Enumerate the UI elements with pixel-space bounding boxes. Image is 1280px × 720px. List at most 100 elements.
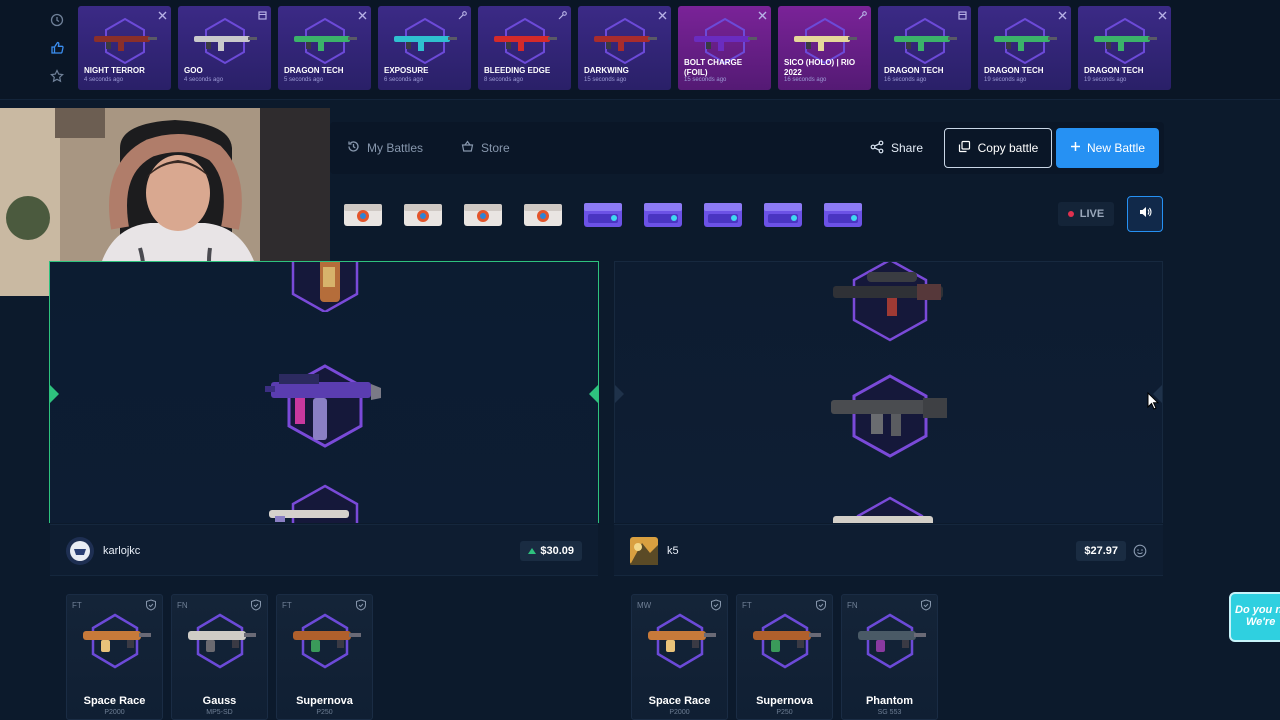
- drop-name: DRAGON TECH: [984, 66, 1044, 75]
- shield-icon[interactable]: [710, 599, 722, 611]
- live-drop-card[interactable]: DRAGON TECH 16 seconds ago: [878, 6, 971, 90]
- avatar[interactable]: [66, 537, 94, 565]
- live-drop-card[interactable]: EXPOSURE 6 seconds ago: [378, 6, 471, 90]
- reel-item: [265, 262, 385, 314]
- x-icon[interactable]: [757, 10, 767, 20]
- item-wear: FN: [847, 601, 858, 610]
- weapon-icon: [83, 631, 151, 652]
- drop-name: NIGHT TERROR: [84, 66, 145, 75]
- live-drop-card[interactable]: DRAGON TECH 19 seconds ago: [1078, 6, 1171, 90]
- copy-battle-button[interactable]: Copy battle: [944, 128, 1052, 168]
- battle-case-icon[interactable]: [402, 198, 444, 230]
- item-weapon-type: P250: [316, 709, 333, 716]
- drop-name: DRAGON TECH: [1084, 66, 1144, 75]
- battle-case-icon[interactable]: [642, 198, 684, 230]
- live-drops-list: NIGHT TERROR 4 seconds ago GOO 4 seconds ag…: [78, 6, 1171, 90]
- item-name: Supernova: [756, 695, 813, 707]
- battle-case-icon[interactable]: [462, 198, 504, 230]
- avatar[interactable]: [630, 537, 658, 565]
- item-wear: FT: [72, 601, 82, 610]
- live-drop-card[interactable]: DRAGON TECH 19 seconds ago: [978, 6, 1071, 90]
- new-battle-button[interactable]: New Battle: [1056, 128, 1159, 168]
- clock-icon[interactable]: [49, 12, 65, 28]
- shield-icon[interactable]: [815, 599, 827, 611]
- caret-up-icon: [528, 545, 537, 557]
- reel-item-selected: [265, 360, 395, 450]
- won-item-card[interactable]: FT Supernova P250: [276, 594, 373, 720]
- live-drop-card[interactable]: NIGHT TERROR 4 seconds ago: [78, 6, 171, 90]
- item-name: Supernova: [296, 695, 353, 707]
- reel-right-marker: [589, 385, 598, 403]
- battle-case-icon[interactable]: [702, 198, 744, 230]
- shield-icon[interactable]: [355, 599, 367, 611]
- live-drop-card[interactable]: GOO 4 seconds ago: [178, 6, 271, 90]
- live-drop-card[interactable]: DRAGON TECH 5 seconds ago: [278, 6, 371, 90]
- key-icon[interactable]: [557, 10, 567, 20]
- live-drop-card[interactable]: DARKWING 15 seconds ago: [578, 6, 671, 90]
- share-icon: [870, 140, 884, 157]
- box-icon[interactable]: [257, 10, 267, 20]
- drop-name: DARKWING: [584, 66, 629, 75]
- store-link[interactable]: Store: [461, 140, 510, 156]
- item-wear: FT: [282, 601, 292, 610]
- sound-toggle-button[interactable]: [1127, 196, 1163, 232]
- weapon-icon: [594, 36, 657, 51]
- drop-time: 15 seconds ago: [584, 77, 627, 83]
- drop-time: 8 seconds ago: [484, 77, 524, 83]
- live-drop-card[interactable]: BLEEDING EDGE 8 seconds ago: [478, 6, 571, 90]
- box-icon[interactable]: [957, 10, 967, 20]
- battle-case-icon[interactable]: [522, 198, 564, 230]
- won-item-card[interactable]: FN Gauss MP5-SD: [171, 594, 268, 720]
- drop-name: DRAGON TECH: [284, 66, 344, 75]
- player-2-won-items: MW Space Race P2000 FT Supernova P250 FN Phanto…: [631, 594, 938, 720]
- x-icon[interactable]: [657, 10, 667, 20]
- won-item-card[interactable]: FT Supernova P250: [736, 594, 833, 720]
- x-icon[interactable]: [1057, 10, 1067, 20]
- battle-case-icon[interactable]: [822, 198, 864, 230]
- reel-item: [265, 482, 385, 523]
- battle-case-icon[interactable]: [762, 198, 804, 230]
- live-drop-card[interactable]: BOLT CHARGE (FOIL) 15 seconds ago: [678, 6, 771, 90]
- item-wear: MW: [637, 601, 652, 610]
- player-total-badge: $27.97: [1076, 541, 1126, 561]
- smiley-icon[interactable]: [1133, 544, 1147, 563]
- live-drops-bar: NIGHT TERROR 4 seconds ago GOO 4 seconds ag…: [0, 0, 1280, 100]
- weapon-icon: [994, 36, 1057, 51]
- item-name: Phantom: [865, 695, 914, 707]
- weapon-icon: [1094, 36, 1157, 51]
- drop-name: BLEEDING EDGE: [484, 66, 551, 75]
- thumbs-up-icon[interactable]: [49, 40, 65, 56]
- x-icon[interactable]: [157, 10, 167, 20]
- history-icon: [347, 140, 360, 156]
- key-icon[interactable]: [457, 10, 467, 20]
- drop-name: EXPOSURE: [384, 66, 429, 75]
- shield-icon[interactable]: [920, 599, 932, 611]
- battle-case-icon[interactable]: [582, 198, 624, 230]
- won-item-card[interactable]: FN Phantom SG 553: [841, 594, 938, 720]
- player-name[interactable]: k5: [667, 545, 679, 557]
- player-name[interactable]: karlojkc: [103, 545, 140, 557]
- star-icon[interactable]: [49, 68, 65, 84]
- live-drop-card[interactable]: SICO (HOLO) | RIO 2022 16 seconds ago: [778, 6, 871, 90]
- won-item-card[interactable]: MW Space Race P2000: [631, 594, 728, 720]
- weapon-icon: [794, 36, 857, 51]
- support-chat-bubble[interactable]: Do you n We're: [1229, 592, 1280, 642]
- drop-time: 4 seconds ago: [184, 77, 224, 83]
- shield-icon[interactable]: [145, 599, 157, 611]
- player-1-reel: [49, 261, 599, 523]
- share-button[interactable]: Share: [870, 134, 923, 162]
- key-icon[interactable]: [857, 10, 867, 20]
- drop-time: 15 seconds ago: [684, 77, 727, 83]
- drop-name: DRAGON TECH: [884, 66, 944, 75]
- x-icon[interactable]: [357, 10, 367, 20]
- copy-battle-label: Copy battle: [977, 141, 1039, 155]
- weapon-icon: [753, 631, 821, 652]
- shield-icon[interactable]: [250, 599, 262, 611]
- weapon-icon: [648, 631, 716, 652]
- won-item-card[interactable]: FT Space Race P2000: [66, 594, 163, 720]
- reel-left-marker: [50, 385, 59, 403]
- player-total-badge: $30.09: [520, 541, 582, 561]
- battle-case-icon[interactable]: [342, 198, 384, 230]
- x-icon[interactable]: [1157, 10, 1167, 20]
- my-battles-link[interactable]: My Battles: [347, 140, 423, 156]
